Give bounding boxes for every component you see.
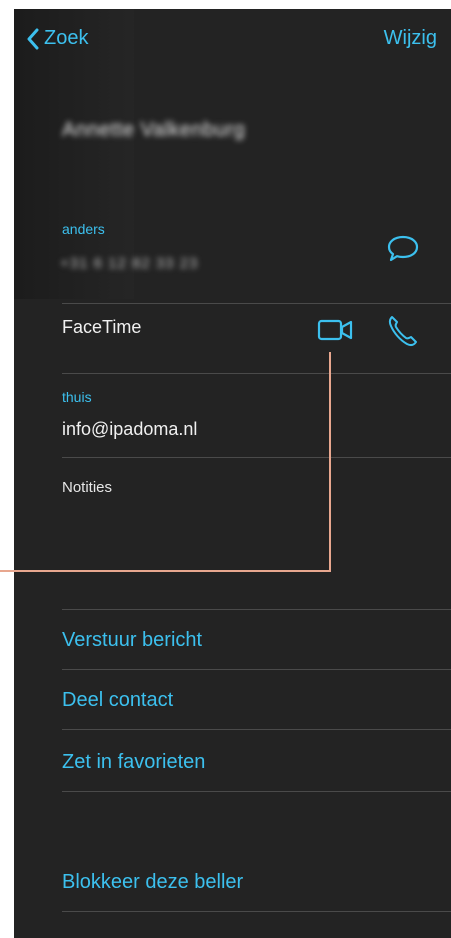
block-caller-button[interactable]: Blokkeer deze beller <box>62 871 243 894</box>
notes-label[interactable]: Notities <box>62 479 112 496</box>
email-value[interactable]: info@ipadoma.nl <box>62 419 197 440</box>
message-bubble-icon[interactable] <box>386 233 420 263</box>
facetime-label[interactable]: FaceTime <box>62 317 141 338</box>
add-to-favorites-button[interactable]: Zet in favorieten <box>62 751 205 774</box>
other-phone-value[interactable]: +31 6 12 82 33 23 <box>60 255 198 272</box>
contact-name: Annette Valkenburg <box>62 119 246 141</box>
annotation-callout-horizontal <box>0 570 331 572</box>
annotation-callout-vertical <box>329 352 331 572</box>
divider <box>62 791 451 792</box>
divider <box>62 669 451 670</box>
back-button[interactable]: Zoek <box>26 27 88 50</box>
divider <box>62 729 451 730</box>
phone-icon[interactable] <box>386 314 418 348</box>
share-contact-button[interactable]: Deel contact <box>62 689 173 712</box>
edit-button[interactable]: Wijzig <box>384 27 437 50</box>
divider <box>62 911 451 912</box>
divider <box>62 609 451 610</box>
chevron-left-icon <box>27 28 39 49</box>
divider <box>62 303 451 304</box>
home-email-label: thuis <box>62 389 92 405</box>
divider <box>62 373 451 374</box>
divider <box>62 457 451 458</box>
other-phone-label: anders <box>62 221 105 237</box>
video-camera-icon[interactable] <box>317 317 355 343</box>
back-label: Zoek <box>44 27 89 49</box>
send-message-button[interactable]: Verstuur bericht <box>62 629 202 652</box>
contact-card-screen: Zoek Wijzig Annette Valkenburg anders +3… <box>14 9 451 938</box>
